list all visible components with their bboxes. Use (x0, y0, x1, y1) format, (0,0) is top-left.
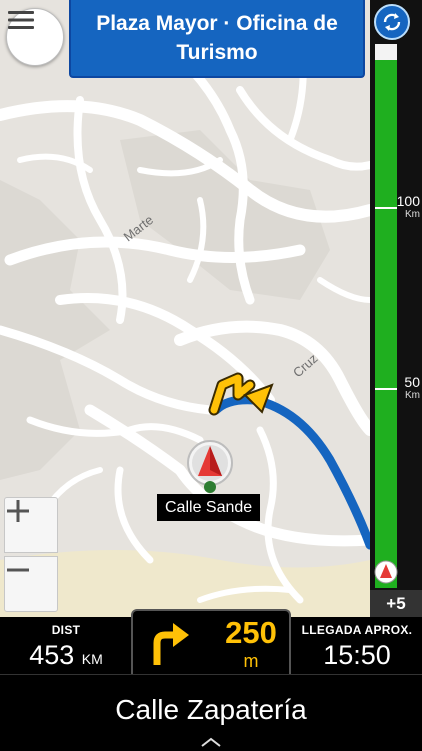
current-street-label: Calle Sande (157, 494, 261, 521)
bottom-info-bar: DIST 453 KM 250 m LLEGADA APROX. 15:50 (0, 609, 422, 674)
zoom-out-button[interactable] (4, 556, 58, 612)
next-turn-panel[interactable]: 250 m (131, 609, 291, 674)
distance-remaining[interactable]: DIST 453 KM (0, 617, 132, 674)
menu-button[interactable] (6, 8, 64, 66)
estimated-arrival[interactable]: LLEGADA APROX. 15:50 (292, 617, 422, 674)
distance-label: DIST (51, 623, 81, 637)
refresh-icon (383, 13, 401, 31)
distance-value: 453 (29, 640, 75, 670)
vehicle-position-icon (374, 560, 398, 584)
map-view[interactable]: Marte Cruz Plaza Mayor · Oficina de Turi… (0, 0, 370, 617)
progress-mark-100: 100 Km (397, 193, 420, 221)
chevron-up-icon[interactable] (199, 736, 223, 748)
route-progress-bar (375, 44, 397, 588)
hamburger-icon (8, 11, 34, 29)
distance-unit: KM (81, 651, 103, 667)
progress-mark-value: 100 (396, 193, 420, 209)
progress-mark-unit: Km (405, 209, 420, 220)
zoom-in-button[interactable] (4, 497, 58, 553)
destination-banner[interactable]: Plaza Mayor · Oficina de Turismo (69, 0, 365, 78)
progress-tick-50 (375, 388, 397, 390)
minus-icon (7, 568, 29, 572)
progress-mark-value: 50 (404, 374, 420, 390)
time-difference: +5 (370, 590, 422, 617)
refresh-button[interactable] (374, 4, 410, 40)
progress-tick-100 (375, 207, 397, 209)
turn-distance-value: 250 (225, 615, 277, 650)
plus-icon (7, 500, 29, 522)
next-street-name: Calle Zapatería (115, 694, 307, 725)
progress-mark-50: 50 Km (404, 374, 420, 402)
route-progress-panel: 100 Km 50 Km +5 (370, 0, 422, 617)
eta-value: 15:50 (323, 640, 391, 670)
progress-mark-unit: Km (405, 390, 420, 401)
route-progress-fill (375, 60, 397, 588)
turn-distance-unit: m (243, 651, 259, 671)
turn-right-arrow-icon (153, 623, 189, 665)
eta-label: LLEGADA APROX. (301, 623, 413, 637)
destination-title: Plaza Mayor · Oficina de Turismo (96, 12, 338, 64)
